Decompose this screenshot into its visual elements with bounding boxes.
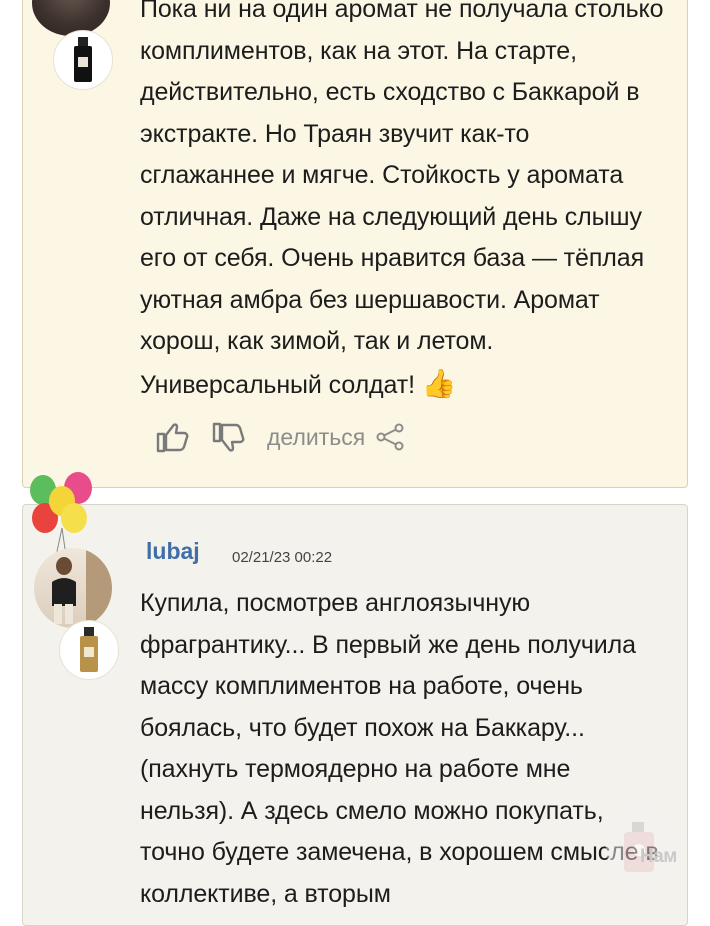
balloons-icon [30,472,92,557]
review-username[interactable]: lubaj [146,538,200,565]
share-label: делиться [267,423,366,450]
share-icon [376,423,404,451]
review-text-2: Купила, посмотрев англоязычную фрагранти… [140,589,659,908]
review-text-1: Пока ни на один аромат не получала столь… [140,0,664,399]
thumbs-up-icon[interactable] [155,420,189,454]
perfume-bottle-thumb-1[interactable] [53,30,113,90]
thumbs-down-icon[interactable] [211,420,245,454]
user-avatar-lubaj[interactable] [34,548,112,628]
review-actions: делиться [155,420,405,454]
perfume-bottle-thumb-2[interactable] [59,620,119,680]
thumbs-up-emoji: 👍 [421,367,457,399]
watermark-text: Нам [640,846,677,867]
share-button[interactable]: делиться [267,422,405,452]
review-date: 02/21/23 00:22 [232,549,333,566]
